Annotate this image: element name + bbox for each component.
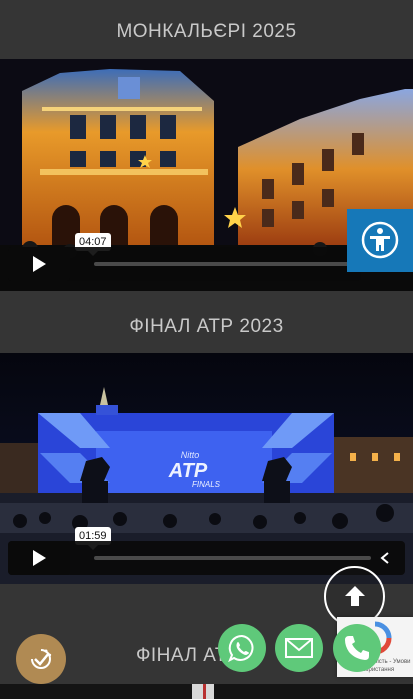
video-player-2[interactable]: Nitto ATP FINALS 01:59 xyxy=(0,353,413,584)
play-button-2[interactable] xyxy=(8,541,70,575)
play-icon xyxy=(33,256,46,272)
video-2-logo-small: Nitto xyxy=(181,450,200,460)
accessibility-button[interactable] xyxy=(347,209,413,272)
video-2-logo-sub: FINALS xyxy=(192,480,221,489)
phone-button[interactable] xyxy=(333,624,381,672)
play-icon xyxy=(33,550,46,566)
email-button[interactable] xyxy=(275,624,323,672)
accessibility-icon xyxy=(361,221,399,259)
progress-track-2[interactable] xyxy=(94,556,371,560)
email-icon xyxy=(285,638,313,658)
phone-icon xyxy=(345,636,369,660)
section-title-1: МОНКАЛЬЄРІ 2025 xyxy=(116,21,297,42)
section-title-2: ФІНАЛ АТР 2023 xyxy=(129,316,284,337)
chevron-left-icon[interactable] xyxy=(379,551,391,565)
checkmark-badge-icon xyxy=(31,649,52,669)
video-1-controls xyxy=(8,247,361,281)
whatsapp-icon xyxy=(228,634,254,663)
badge-button[interactable] xyxy=(16,634,66,684)
video-player-3-top xyxy=(0,684,413,699)
arrow-up-icon xyxy=(345,586,365,606)
video-player-1[interactable]: 04:07 xyxy=(0,59,413,291)
progress-track-1[interactable] xyxy=(94,262,353,266)
play-button-1[interactable] xyxy=(8,247,70,281)
whatsapp-button[interactable] xyxy=(218,624,266,672)
video-2-logo-big: ATP xyxy=(168,460,208,482)
